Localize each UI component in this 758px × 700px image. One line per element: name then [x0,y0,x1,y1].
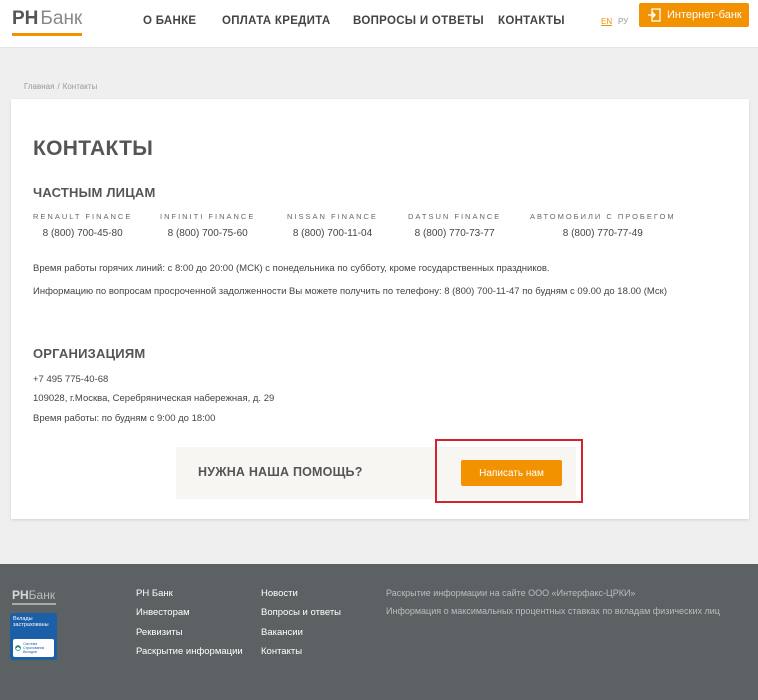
footer-link-investors[interactable]: Инвесторам [136,607,190,618]
nav-about-bank[interactable]: О БАНКЕ [143,15,196,27]
brand-phone[interactable]: 8 (800) 770-77-49 [530,228,676,239]
help-question: НУЖНА НАША ПОМОЩЬ? [198,465,363,479]
internet-bank-label: Интернет-банк [667,9,742,21]
brand-column-renault: RENAULT FINANCE 8 (800) 700-45-80 [33,212,132,239]
site-footer: РНБанк Вклады застрахованы Система Страх… [0,564,758,700]
badge-small-text: Система Страхования Вкладов [23,642,45,654]
footer-logo-underline [12,603,56,605]
overdue-debt-text: Информацию по вопросам просроченной задо… [33,286,667,297]
nav-faq[interactable]: ВОПРОСЫ И ОТВЕТЫ [353,15,484,27]
contacts-card: КОНТАКТЫ ЧАСТНЫМ ЛИЦАМ RENAULT FINANCE 8… [11,99,749,519]
brand-column-infiniti: INFINITI FINANCE 8 (800) 700-75-60 [160,212,255,239]
badge-title: Вклады застрахованы [13,616,49,628]
brand-phone[interactable]: 8 (800) 770-73-77 [408,228,501,239]
footer-logo[interactable]: РНБанк [12,586,56,605]
footer-link-news[interactable]: Новости [261,588,298,599]
page-title: КОНТАКТЫ [33,137,154,160]
footer-link-contacts[interactable]: Контакты [261,646,302,657]
brand-name: RENAULT FINANCE [33,212,133,221]
insurance-system-icon [15,645,21,651]
brand-column-nissan: NISSAN FINANCE 8 (800) 700-11-04 [287,212,378,239]
nav-loan-payment[interactable]: ОПЛАТА КРЕДИТА [222,15,330,27]
org-phone[interactable]: +7 495 775-40-68 [33,374,108,385]
brand-name: NISSAN FINANCE [287,212,378,221]
organizations-heading: ОРГАНИЗАЦИЯМ [33,346,146,361]
breadcrumb-home[interactable]: Главная [24,82,54,91]
org-hours: Время работы: по будням с 9:00 до 18:00 [33,413,216,424]
site-header: РН Банк О БАНКЕ ОПЛАТА КРЕДИТА ВОПРОСЫ И … [0,0,758,48]
footer-link-max-rates[interactable]: Информация о максимальных процентных ста… [386,606,720,616]
individuals-heading: ЧАСТНЫМ ЛИЦАМ [33,185,156,200]
footer-logo-rh: РН [12,588,29,602]
breadcrumb: Главная / Контакты [24,82,100,91]
brand-phone[interactable]: 8 (800) 700-75-60 [160,228,255,239]
brand-phone[interactable]: 8 (800) 700-11-04 [287,228,378,239]
org-address: 109028, г.Москва, Серебряническая набере… [33,393,275,404]
brand-column-datsun: DATSUN FINANCE 8 (800) 770-73-77 [408,212,501,239]
brand-name: DATSUN FINANCE [408,212,502,221]
deposit-insurance-badge[interactable]: Вклады застрахованы Система Страхования … [10,613,57,660]
login-icon [648,8,661,22]
footer-link-requisites[interactable]: Реквизиты [136,627,183,638]
footer-link-interfax-disclosure[interactable]: Раскрытие информации на сайте ООО «Интер… [386,588,635,598]
lang-en-link[interactable]: EN [601,17,612,26]
brand-name: INFINITI FINANCE [160,212,256,221]
breadcrumb-current: Контакты [62,82,98,91]
footer-link-faq[interactable]: Вопросы и ответы [261,607,341,618]
nav-contacts[interactable]: КОНТАКТЫ [498,15,565,27]
badge-inner: Система Страхования Вкладов [13,639,54,657]
brand-phone[interactable]: 8 (800) 700-45-80 [33,228,132,239]
footer-link-rh-bank[interactable]: РН Банк [136,588,173,599]
brand-name: АВТОМОБИЛИ С ПРОБЕГОМ [530,212,676,221]
brand-column-used-cars: АВТОМОБИЛИ С ПРОБЕГОМ 8 (800) 770-77-49 [530,212,676,239]
breadcrumb-separator: / [57,82,60,91]
footer-logo-bank: Банк [28,588,56,602]
footer-link-disclosure[interactable]: Раскрытие информации [136,646,243,657]
internet-bank-button[interactable]: Интернет-банк [639,3,749,27]
write-to-us-button[interactable]: Написать нам [461,460,562,486]
hotline-hours-text: Время работы горячих линий: с 8:00 до 20… [33,263,550,274]
footer-link-vacancies[interactable]: Вакансии [261,627,303,638]
logo-underline [12,33,82,36]
lang-ru-link[interactable]: РУ [618,17,628,26]
